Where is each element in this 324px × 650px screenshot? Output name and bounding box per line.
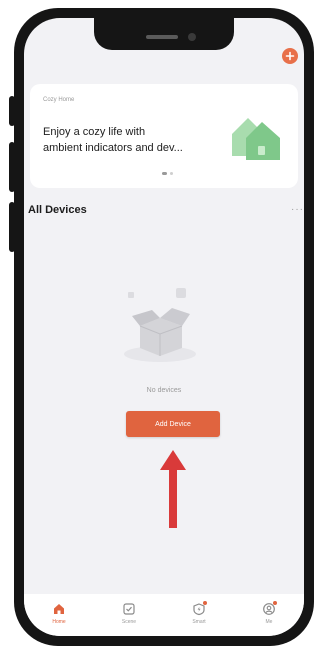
speaker (146, 35, 178, 39)
phone-frame: Cozy Home Enjoy a cozy life with ambient… (14, 8, 314, 646)
tab-scene[interactable]: Scene (104, 602, 154, 625)
red-arrow-annotation (160, 450, 186, 528)
tab-smart-label: Smart (192, 619, 206, 625)
all-devices-title: All Devices (28, 204, 87, 216)
carousel-dot (170, 172, 173, 175)
carousel-dot (162, 172, 167, 175)
tab-me-label: Me (265, 619, 273, 625)
tab-home-label: Home (52, 619, 66, 625)
banner-text: Enjoy a cozy life with ambient indicator… (43, 126, 183, 154)
scene-icon (123, 603, 135, 615)
banner-small-title: Cozy Home (43, 97, 75, 103)
notch (94, 18, 234, 50)
bottom-tab-bar: Home Scene Smart Me (24, 594, 304, 636)
camera (188, 33, 196, 41)
add-device-button[interactable]: Add Device (126, 411, 220, 437)
carousel-dots (162, 172, 173, 175)
add-icon-button[interactable] (282, 48, 298, 64)
app-screen: Cozy Home Enjoy a cozy life with ambient… (24, 18, 304, 636)
me-notification-dot (273, 601, 277, 605)
home-icon (54, 604, 64, 614)
more-options-icon[interactable]: ··· (291, 204, 304, 215)
tab-smart[interactable]: Smart (174, 601, 224, 625)
tab-home[interactable]: Home (34, 602, 84, 625)
promo-banner[interactable]: Cozy Home Enjoy a cozy life with ambient… (30, 84, 298, 188)
tab-scene-label: Scene (121, 619, 137, 625)
smart-notification-dot (203, 601, 207, 605)
empty-box-illustration (124, 288, 196, 362)
tab-me[interactable]: Me (244, 601, 294, 625)
houses-illustration (232, 118, 280, 160)
plus-icon (285, 51, 295, 61)
no-devices-message: No devices (146, 387, 182, 394)
